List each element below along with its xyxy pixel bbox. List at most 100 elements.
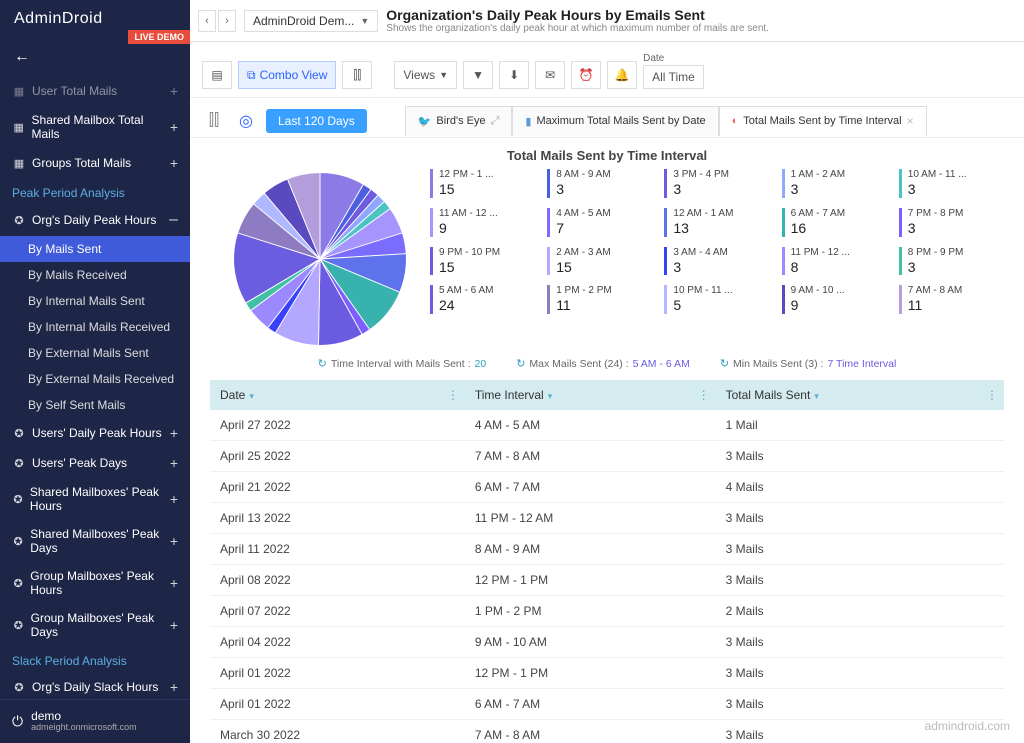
sidebar-item[interactable]: ✪Group Mailboxes' Peak Hours+ [0,562,190,604]
legend-item[interactable]: 8 PM - 9 PM3 [899,247,1004,276]
chart-title: Total Mails Sent by Time Interval [210,148,1004,163]
chart-view-button[interactable]: ⫿⫿ [342,61,372,89]
bird-icon: 🐦 [418,115,432,128]
legend-item[interactable]: 12 PM - 1 ...15 [430,169,535,198]
table-row[interactable]: April 25 20227 AM - 8 AM3 Mails [210,441,1004,472]
table-header[interactable]: Total Mails Sent▾⋮ [716,380,1004,410]
filter-button[interactable]: ▼ [463,61,493,89]
sidebar-subitem[interactable]: By Self Sent Mails [0,392,190,418]
sort-icon[interactable]: ▾ [814,391,819,401]
sidebar-item-slack[interactable]: ✪Org's Daily Slack Hours+ [0,672,190,699]
date-range-button[interactable]: All Time [643,65,704,89]
sidebar-item[interactable]: ✪Shared Mailboxes' Peak Hours+ [0,478,190,520]
legend-item[interactable]: 2 AM - 3 AM15 [547,247,652,276]
legend-item[interactable]: 9 AM - 10 ...9 [782,285,887,314]
nav-forward[interactable]: › [218,10,236,32]
schedule-button[interactable]: ⏰ [571,61,601,89]
sheet-view-button[interactable]: ▤ [202,61,232,89]
legend-item[interactable]: 10 PM - 11 ...5 [664,285,769,314]
legend-item[interactable]: 5 AM - 6 AM24 [430,285,535,314]
legend-item[interactable]: 11 AM - 12 ...9 [430,208,535,237]
sort-icon[interactable]: ▾ [548,391,553,401]
table-row[interactable]: April 07 20221 PM - 2 PM2 Mails [210,596,1004,627]
sidebar-item-org-peak[interactable]: ✪Org's Daily Peak Hours – [0,204,190,236]
sidebar-item[interactable]: ✪Group Mailboxes' Peak Days+ [0,604,190,646]
data-table: Date▾⋮Time Interval▾⋮Total Mails Sent▾⋮ … [210,380,1004,743]
views-dropdown[interactable]: Views▼ [394,61,457,89]
sort-icon[interactable]: ▾ [249,391,254,401]
table-row[interactable]: March 30 20227 AM - 8 AM3 Mails [210,720,1004,743]
table-row[interactable]: April 11 20228 AM - 9 AM3 Mails [210,534,1004,565]
tab[interactable]: ▮Maximum Total Mails Sent by Date [512,106,718,136]
sidebar-subitem[interactable]: By Mails Sent [0,236,190,262]
legend-item[interactable]: 4 AM - 5 AM7 [547,208,652,237]
table-header[interactable]: Date▾⋮ [210,380,465,410]
pie-chart[interactable] [230,169,410,349]
column-menu-icon[interactable]: ⋮ [447,388,459,402]
table-row[interactable]: April 08 202212 PM - 1 PM3 Mails [210,565,1004,596]
sidebar-category-peak: Peak Period Analysis [0,178,190,204]
table-header[interactable]: Time Interval▾⋮ [465,380,716,410]
collapse-icon[interactable]: – [169,211,178,229]
legend-item[interactable]: 9 PM - 10 PM15 [430,247,535,276]
legend-item[interactable]: 10 AM - 11 ...3 [899,169,1004,198]
sidebar-item[interactable]: ▦Groups Total Mails+ [0,148,190,178]
clock-icon: ↻ [318,357,327,370]
legend-item[interactable]: 1 AM - 2 AM3 [782,169,887,198]
sidebar-item[interactable]: ✪Users' Peak Days+ [0,448,190,478]
sidebar-subitem[interactable]: By Internal Mails Sent [0,288,190,314]
table-row[interactable]: April 21 20226 AM - 7 AM4 Mails [210,472,1004,503]
column-menu-icon[interactable]: ⋮ [698,388,710,402]
table-row[interactable]: April 01 20226 AM - 7 AM3 Mails [210,689,1004,720]
globe-icon[interactable]: ◎ [234,109,258,133]
table-row[interactable]: April 04 20229 AM - 10 AM3 Mails [210,627,1004,658]
breadcrumb-dropdown[interactable]: AdminDroid Dem... ▼ [244,10,378,32]
legend-item[interactable]: 1 PM - 2 PM11 [547,285,652,314]
nav-back[interactable]: ‹ [198,10,216,32]
sidebar-subitem[interactable]: By Internal Mails Received [0,314,190,340]
legend-item[interactable]: 8 AM - 9 AM3 [547,169,652,198]
sidebar-subitem[interactable]: By External Mails Sent [0,340,190,366]
legend-item[interactable]: 12 AM - 1 AM13 [664,208,769,237]
legend: 12 PM - 1 ...15 8 AM - 9 AM3 3 PM - 4 PM3 1… [430,169,1004,314]
legend-item[interactable]: 7 AM - 8 AM11 [899,285,1004,314]
bell-icon: 🔔 [615,68,630,82]
sidebar-item[interactable]: ✪Shared Mailboxes' Peak Days+ [0,520,190,562]
sidebar-subitem[interactable]: By Mails Received [0,262,190,288]
close-icon[interactable]: × [907,114,914,128]
brand-logo: AdminDroid [14,10,103,28]
tab[interactable]: ◐Total Mails Sent by Time Interval× [719,106,927,136]
table-row[interactable]: April 13 202211 PM - 12 AM3 Mails [210,503,1004,534]
footer-domain: admeight.onmicrosoft.com [31,723,137,733]
download-button[interactable]: ⬇ [499,61,529,89]
legend-item[interactable]: 11 PM - 12 ...8 [782,247,887,276]
legend-item[interactable]: 3 PM - 4 PM3 [664,169,769,198]
sidebar-subitem[interactable]: By External Mails Received [0,366,190,392]
range-pill[interactable]: Last 120 Days [266,109,367,133]
sidebar-item[interactable]: ✪Users' Daily Peak Hours+ [0,418,190,448]
speech-icon: ✪ [12,214,26,227]
legend-item[interactable]: 6 AM - 7 AM16 [782,208,887,237]
sidebar-footer[interactable]: ⏻ demo admeight.onmicrosoft.com [0,699,190,743]
bar-icon: ▮ [525,115,531,128]
table-row[interactable]: April 01 202212 PM - 1 PM3 Mails [210,658,1004,689]
clock-icon: ↻ [720,357,729,370]
email-button[interactable]: ✉ [535,61,565,89]
legend-item[interactable]: 3 AM - 4 AM3 [664,247,769,276]
expand-icon[interactable]: ⤢ [491,115,500,128]
sidebar-item[interactable]: ▦Shared Mailbox Total Mails+ [0,106,190,148]
tab-row: ⫿⫿ ◎ Last 120 Days 🐦Bird's Eye⤢▮Maximum … [190,98,1024,138]
tab[interactable]: 🐦Bird's Eye⤢ [405,106,513,136]
topbar: ‹ › AdminDroid Dem... ▼ Organization's D… [190,0,1024,42]
table-row[interactable]: April 27 20224 AM - 5 AM1 Mail [210,410,1004,441]
column-menu-icon[interactable]: ⋮ [986,388,998,402]
combo-view-button[interactable]: ⧉Combo View [238,61,336,89]
bar-chart-icon[interactable]: ⫿⫿ [202,109,226,133]
clock-icon: ↻ [516,357,525,370]
power-icon: ⏻ [12,713,23,730]
sidebar: AdminDroid LIVE DEMO ← ▦User Total Mails… [0,0,190,743]
alert-button[interactable]: 🔔 [607,61,637,89]
download-icon: ⬇ [509,68,519,82]
legend-item[interactable]: 7 PM - 8 PM3 [899,208,1004,237]
sidebar-item-truncated[interactable]: ▦User Total Mails+ [0,76,190,106]
